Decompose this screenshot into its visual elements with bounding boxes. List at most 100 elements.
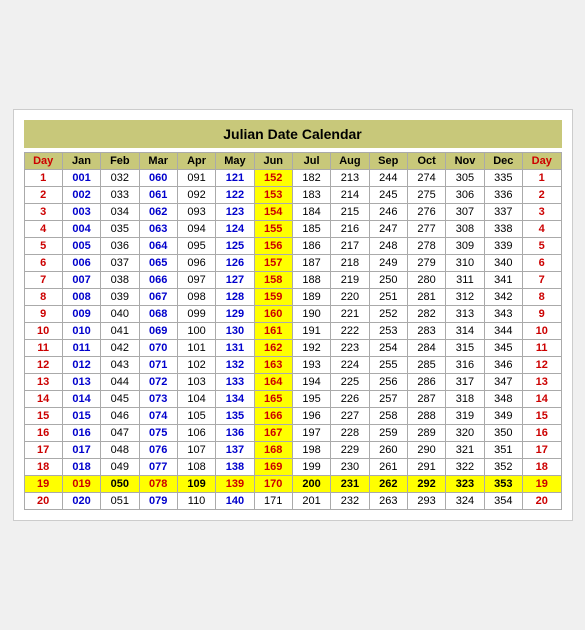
table-row: 70070380660971271581882192502803113417	[24, 272, 561, 289]
julian-date: 186	[292, 238, 330, 255]
julian-date: 229	[331, 442, 369, 459]
julian-date: 105	[177, 408, 215, 425]
header-day: Day	[522, 153, 561, 170]
julian-date: 291	[407, 459, 445, 476]
julian-date: 102	[177, 357, 215, 374]
julian-date: 014	[62, 391, 100, 408]
julian-date: 004	[62, 221, 100, 238]
julian-date: 345	[484, 340, 522, 357]
julian-date: 336	[484, 187, 522, 204]
day-number-end: 14	[522, 391, 561, 408]
day-number-end: 12	[522, 357, 561, 374]
julian-date: 191	[292, 323, 330, 340]
julian-date: 280	[407, 272, 445, 289]
julian-date: 138	[216, 459, 254, 476]
day-number-end: 19	[522, 476, 561, 493]
day-number-end: 10	[522, 323, 561, 340]
table-row: 20020330610921221531832142452753063362	[24, 187, 561, 204]
julian-date: 100	[177, 323, 215, 340]
day-number: 14	[24, 391, 62, 408]
day-number: 20	[24, 493, 62, 510]
table-row: 60060370650961261571872182492793103406	[24, 255, 561, 272]
header-jun: Jun	[254, 153, 292, 170]
julian-date: 041	[101, 323, 139, 340]
julian-date: 219	[331, 272, 369, 289]
julian-date: 184	[292, 204, 330, 221]
julian-date: 127	[216, 272, 254, 289]
julian-date: 197	[292, 425, 330, 442]
julian-date: 078	[139, 476, 177, 493]
table-row: 10010320600911211521822132442743053351	[24, 170, 561, 187]
table-row: 30030340620931231541842152462763073373	[24, 204, 561, 221]
julian-date: 190	[292, 306, 330, 323]
julian-date: 152	[254, 170, 292, 187]
julian-date: 225	[331, 374, 369, 391]
julian-date: 048	[101, 442, 139, 459]
julian-date: 020	[62, 493, 100, 510]
julian-date: 016	[62, 425, 100, 442]
julian-date: 153	[254, 187, 292, 204]
julian-date: 263	[369, 493, 407, 510]
day-number: 8	[24, 289, 62, 306]
julian-date: 290	[407, 442, 445, 459]
julian-date: 256	[369, 374, 407, 391]
julian-date: 037	[101, 255, 139, 272]
day-number: 10	[24, 323, 62, 340]
julian-date: 246	[369, 204, 407, 221]
julian-date: 214	[331, 187, 369, 204]
julian-date: 123	[216, 204, 254, 221]
julian-date: 314	[446, 323, 484, 340]
day-number: 15	[24, 408, 62, 425]
day-number: 7	[24, 272, 62, 289]
julian-date: 252	[369, 306, 407, 323]
julian-date: 063	[139, 221, 177, 238]
day-number: 3	[24, 204, 62, 221]
julian-date: 312	[446, 289, 484, 306]
julian-date: 064	[139, 238, 177, 255]
julian-date: 042	[101, 340, 139, 357]
day-number: 13	[24, 374, 62, 391]
julian-date: 019	[62, 476, 100, 493]
julian-date: 308	[446, 221, 484, 238]
julian-date: 068	[139, 306, 177, 323]
julian-date: 098	[177, 289, 215, 306]
julian-date: 244	[369, 170, 407, 187]
julian-date: 318	[446, 391, 484, 408]
julian-date: 322	[446, 459, 484, 476]
julian-date: 293	[407, 493, 445, 510]
table-row: 1201204307110213216319322425528531634612	[24, 357, 561, 374]
header-jul: Jul	[292, 153, 330, 170]
julian-date: 109	[177, 476, 215, 493]
julian-date: 032	[101, 170, 139, 187]
julian-date: 128	[216, 289, 254, 306]
julian-date: 170	[254, 476, 292, 493]
table-row: 40040350630941241551852162472773083384	[24, 221, 561, 238]
julian-date: 018	[62, 459, 100, 476]
julian-date: 307	[446, 204, 484, 221]
day-number: 9	[24, 306, 62, 323]
julian-date: 185	[292, 221, 330, 238]
julian-date: 309	[446, 238, 484, 255]
julian-date: 033	[101, 187, 139, 204]
julian-date: 231	[331, 476, 369, 493]
julian-date: 036	[101, 238, 139, 255]
julian-date: 258	[369, 408, 407, 425]
julian-date: 221	[331, 306, 369, 323]
julian-date: 227	[331, 408, 369, 425]
julian-date: 091	[177, 170, 215, 187]
julian-date: 164	[254, 374, 292, 391]
julian-date: 096	[177, 255, 215, 272]
julian-date: 011	[62, 340, 100, 357]
julian-date: 069	[139, 323, 177, 340]
julian-date: 249	[369, 255, 407, 272]
julian-date: 187	[292, 255, 330, 272]
julian-date: 075	[139, 425, 177, 442]
julian-date: 008	[62, 289, 100, 306]
julian-date: 006	[62, 255, 100, 272]
julian-date: 215	[331, 204, 369, 221]
julian-date: 251	[369, 289, 407, 306]
day-number-end: 4	[522, 221, 561, 238]
julian-date: 230	[331, 459, 369, 476]
header-row: DayJanFebMarAprMayJunJulAugSepOctNovDecD…	[24, 153, 561, 170]
day-number: 17	[24, 442, 62, 459]
